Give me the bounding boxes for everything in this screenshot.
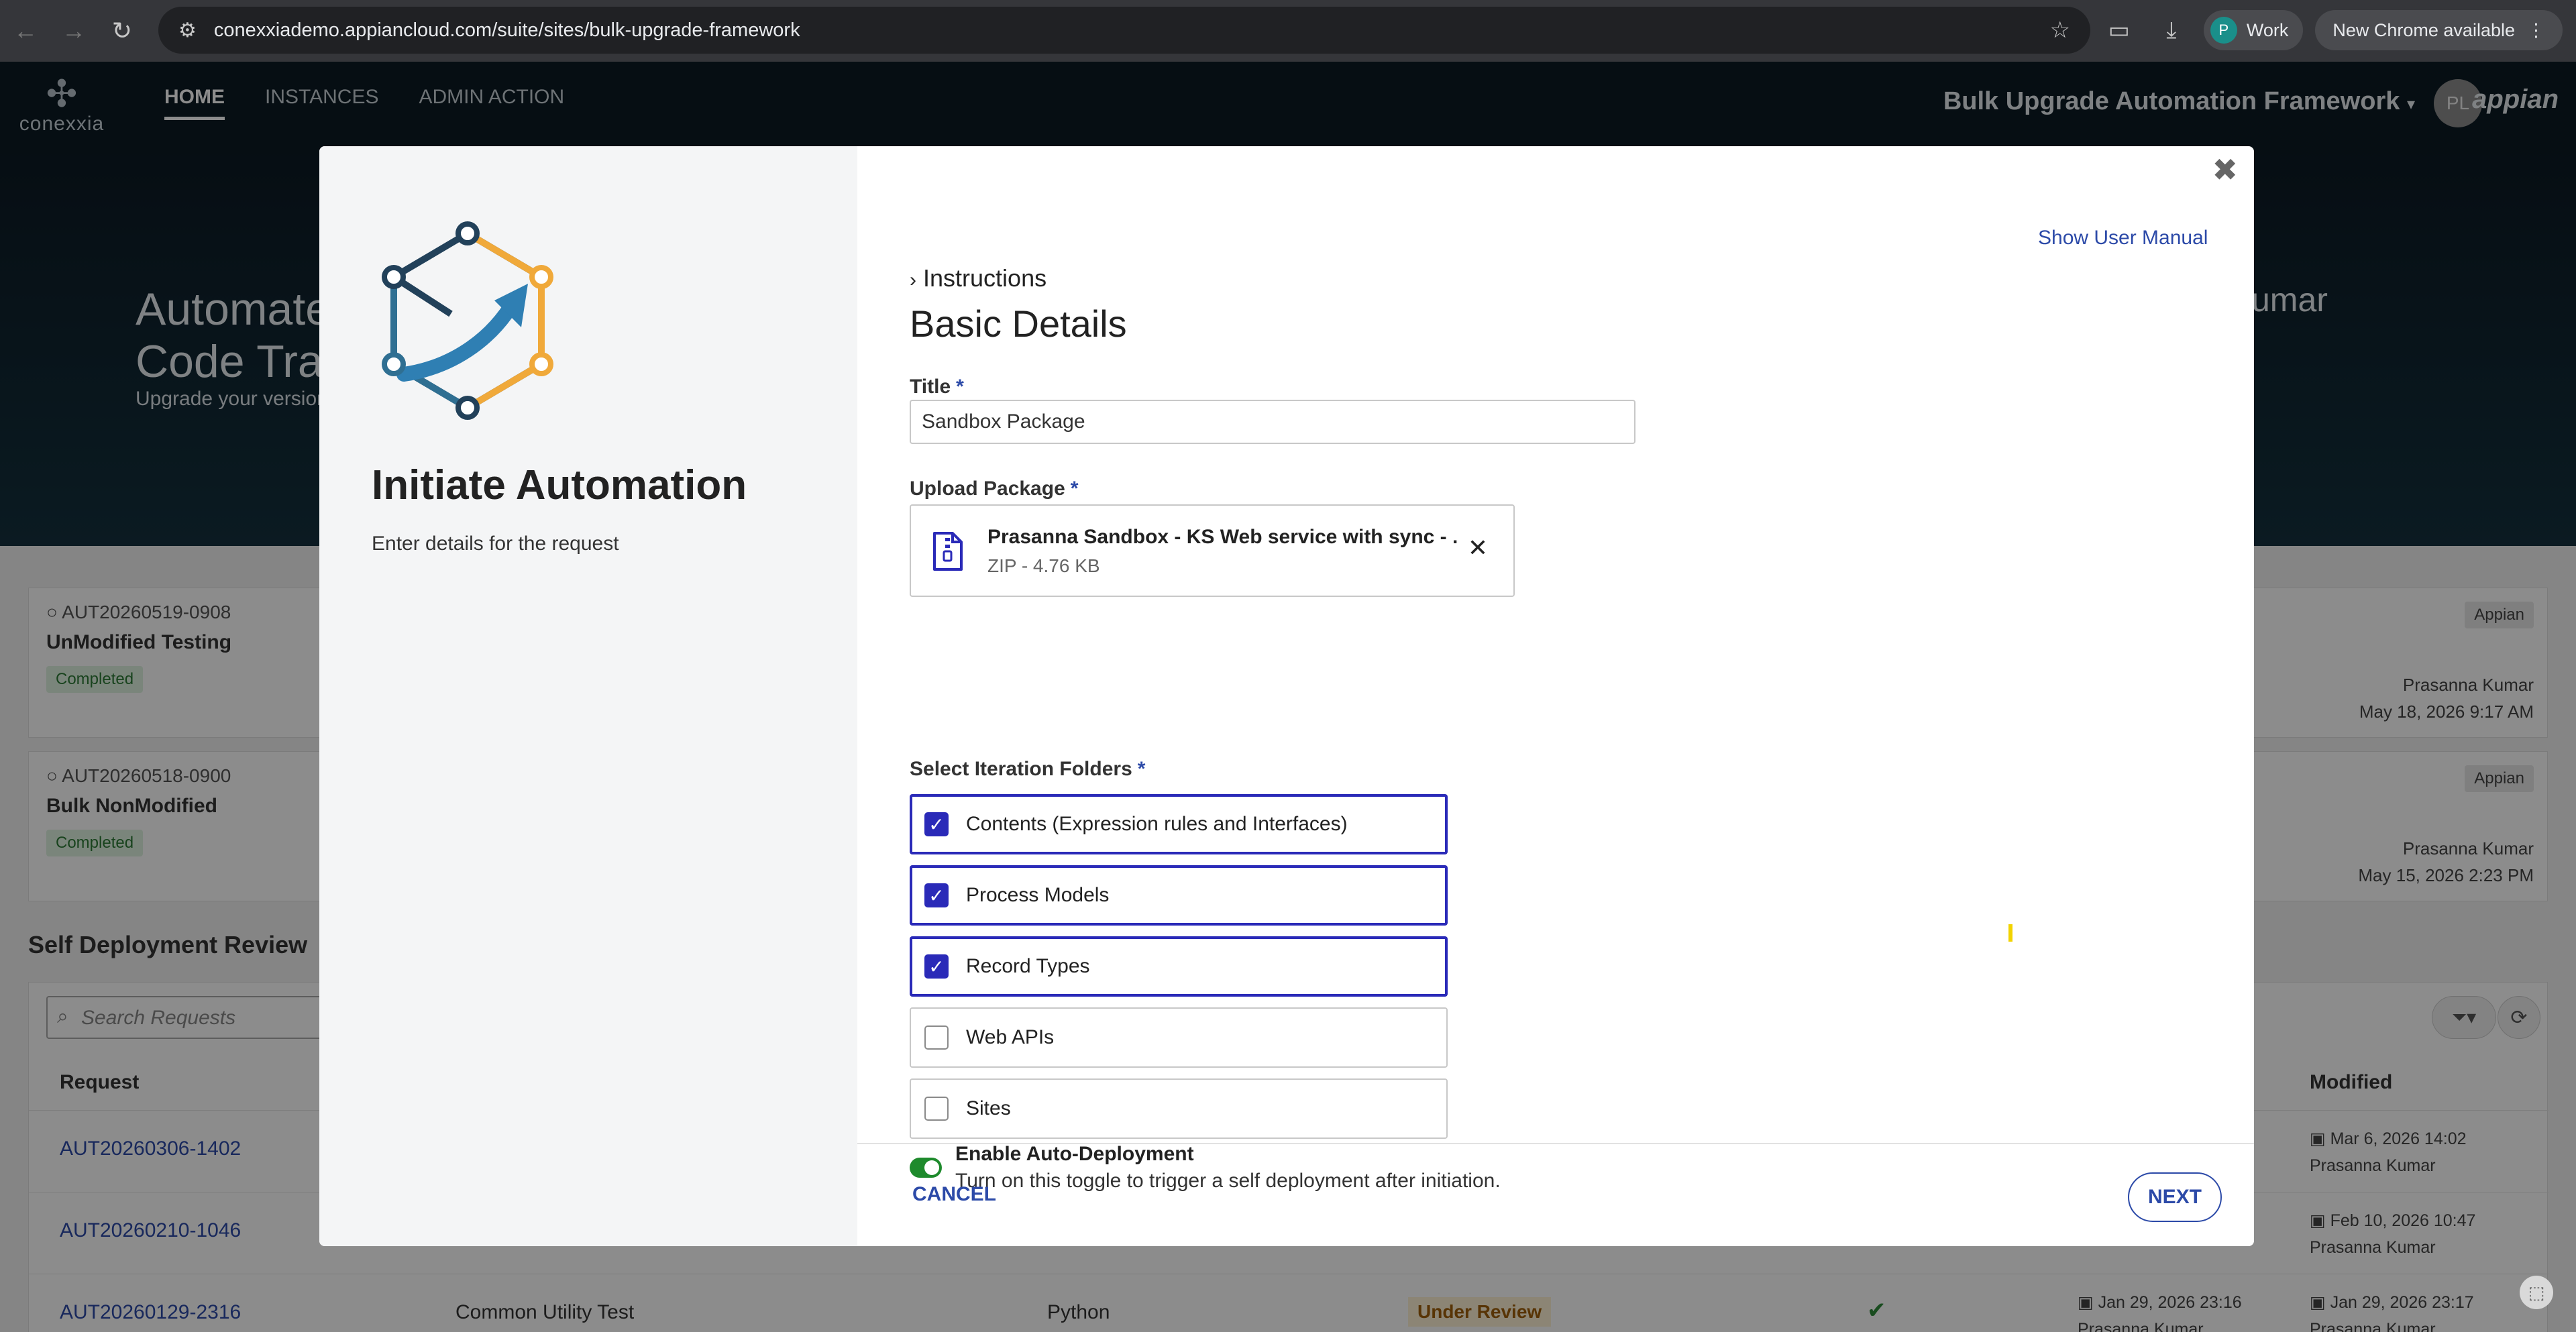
screen-search-icon[interactable]: ▭ [2099, 17, 2139, 44]
profile-label: Work [2246, 19, 2289, 40]
star-icon[interactable]: ☆ [2050, 17, 2070, 44]
dialog-subtitle: Enter details for the request [372, 533, 619, 555]
forward-arrow-icon[interactable]: → [54, 11, 94, 51]
close-icon[interactable]: ✖ [2212, 152, 2238, 188]
toggle-title: Enable Auto-Deployment [955, 1143, 1194, 1165]
url-text: conexxiademo.appiancloud.com/suite/sites… [213, 19, 800, 41]
show-user-manual-link[interactable]: Show User Manual [2038, 227, 2208, 249]
cursor-marker [2008, 924, 2012, 942]
back-arrow-icon[interactable]: ← [5, 11, 46, 51]
cancel-button[interactable]: CANCEL [912, 1183, 996, 1206]
toggle-description: Turn on this toggle to trigger a self de… [955, 1170, 1501, 1192]
initiate-automation-dialog: Initiate Automation Enter details for th… [319, 146, 2254, 1246]
chrome-update-button[interactable]: New Chrome available ⋮ [2315, 10, 2563, 50]
address-bar[interactable]: ⚙ conexxiademo.appiancloud.com/suite/sit… [158, 7, 2090, 54]
dialog-side-panel: Initiate Automation Enter details for th… [319, 146, 857, 1246]
toggle-area: Enable Auto-Deployment Turn on this togg… [910, 274, 2184, 1192]
screen-tool-icon[interactable]: ⬚ [2520, 1276, 2553, 1309]
footer-divider [857, 1143, 2254, 1144]
site-info-icon[interactable]: ⚙ [178, 19, 197, 42]
next-button[interactable]: NEXT [2128, 1172, 2222, 1222]
auto-deployment-toggle[interactable] [910, 1158, 942, 1178]
browser-toolbar: ← → ↻ ⚙ conexxiademo.appiancloud.com/sui… [0, 0, 2576, 62]
profile-button[interactable]: P Work [2203, 10, 2304, 50]
download-icon[interactable]: ⤓ [2151, 17, 2192, 44]
reload-icon[interactable]: ↻ [102, 11, 142, 51]
automation-hex-logo-icon [382, 221, 553, 420]
menu-dots-icon: ⋮ [2527, 19, 2545, 40]
update-label: New Chrome available [2332, 19, 2515, 40]
profile-avatar: P [2210, 17, 2237, 44]
dialog-title: Initiate Automation [372, 462, 747, 508]
